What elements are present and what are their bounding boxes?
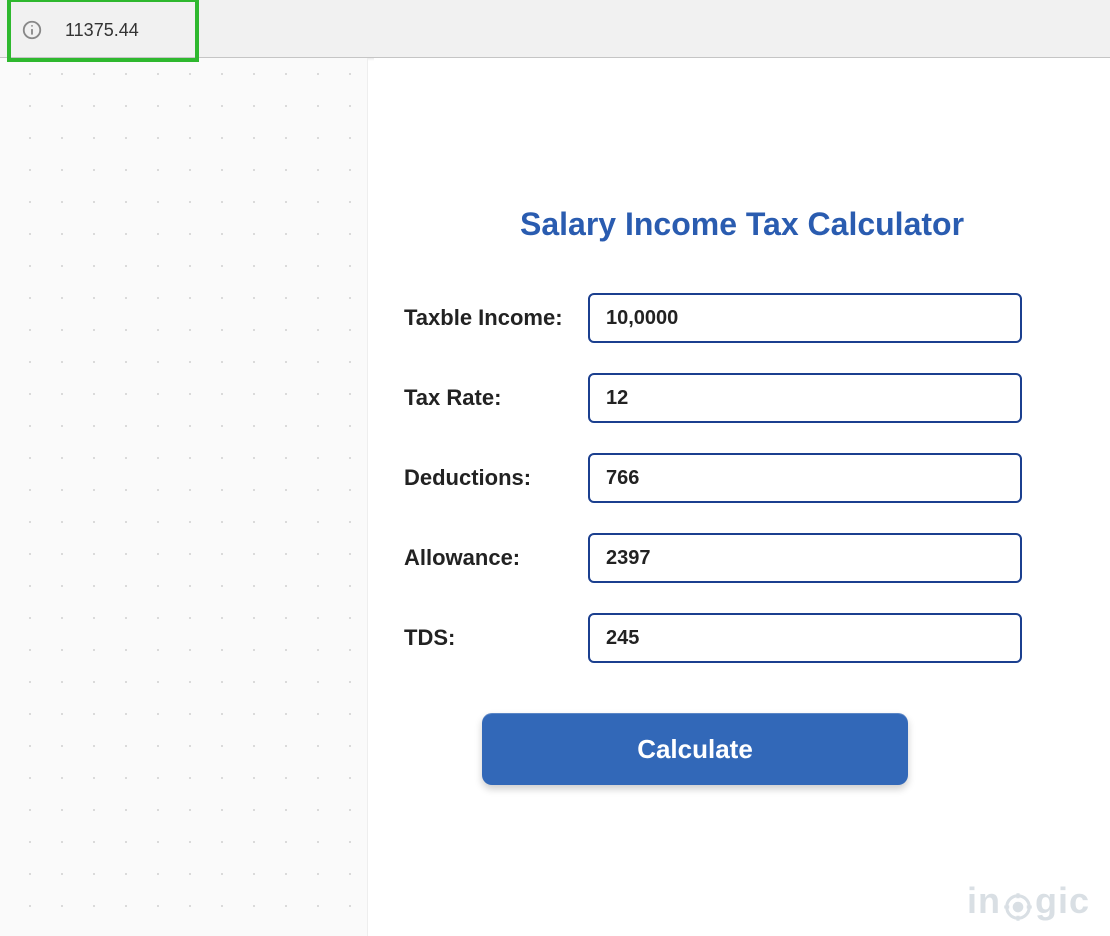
info-icon	[21, 19, 43, 41]
row-deductions: Deductions:	[374, 453, 1110, 503]
watermark-text-2: gic	[1035, 880, 1090, 922]
watermark-logo: in gic	[967, 880, 1090, 922]
content-area: Salary Income Tax Calculator Taxble Inco…	[0, 58, 1110, 936]
input-taxable-income[interactable]	[588, 293, 1022, 343]
row-tax-rate: Tax Rate:	[374, 373, 1110, 423]
label-allowance: Allowance:	[404, 545, 588, 571]
row-taxable-income: Taxble Income:	[374, 293, 1110, 343]
canvas-background	[0, 58, 368, 936]
notification-box: 11375.44	[7, 0, 199, 62]
label-taxable-income: Taxble Income:	[404, 305, 588, 331]
row-allowance: Allowance:	[374, 533, 1110, 583]
label-deductions: Deductions:	[404, 465, 588, 491]
notification-value: 11375.44	[65, 20, 139, 41]
row-tds: TDS:	[374, 613, 1110, 663]
label-tax-rate: Tax Rate:	[404, 385, 588, 411]
input-tds[interactable]	[588, 613, 1022, 663]
target-icon	[1003, 889, 1033, 919]
calculator-title: Salary Income Tax Calculator	[374, 206, 1110, 243]
input-deductions[interactable]	[588, 453, 1022, 503]
calculate-button[interactable]: Calculate	[482, 713, 908, 785]
label-tds: TDS:	[404, 625, 588, 651]
input-tax-rate[interactable]	[588, 373, 1022, 423]
input-allowance[interactable]	[588, 533, 1022, 583]
watermark-text-1: in	[967, 880, 1001, 922]
top-bar: 11375.44	[0, 0, 1110, 58]
calculator-panel: Salary Income Tax Calculator Taxble Inco…	[374, 58, 1110, 936]
